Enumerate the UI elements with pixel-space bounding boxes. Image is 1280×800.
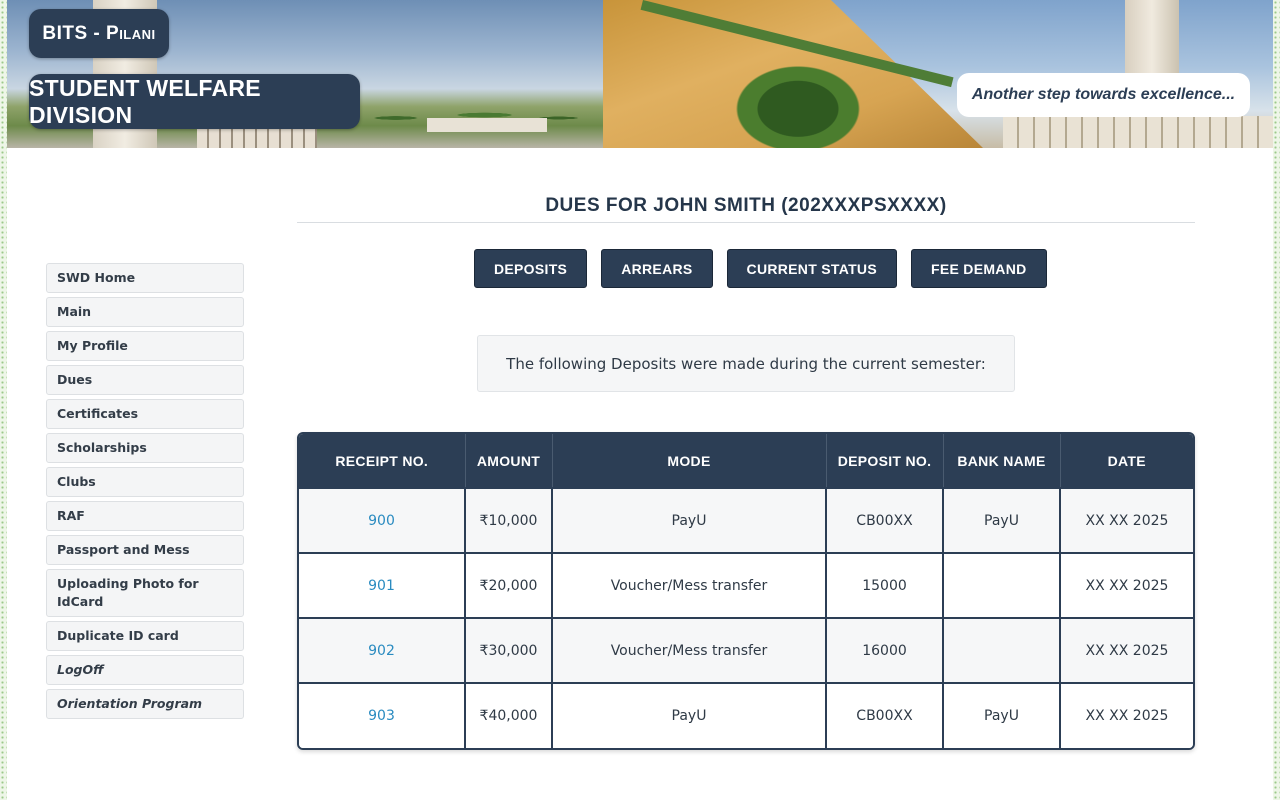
sidebar-item-scholarships[interactable]: Scholarships [46,433,244,463]
clock-tower-image [1125,0,1179,74]
dues-tabs: DEPOSITS ARREARS CURRENT STATUS FEE DEMA… [474,249,1047,288]
palm-tree-image [713,50,883,148]
bank-name-cell [943,552,1061,618]
amount-cell: ₹40,000 [465,682,553,748]
tab-current-status[interactable]: CURRENT STATUS [726,249,897,288]
page-title: DUES FOR JOHN SMITH (202XXXPSXXXX) [297,195,1195,223]
division-title: STUDENT WELFARE DIVISION [29,74,360,129]
sidebar-nav: SWD Home Main My Profile Dues Certificat… [46,263,244,723]
tab-arrears[interactable]: ARREARS [601,249,713,288]
mode-cell: PayU [552,682,827,748]
left-border-decoration [0,0,7,800]
date-cell: XX XX 2025 [1060,617,1193,683]
mode-cell: PayU [552,487,827,553]
receipt-link[interactable]: 900 [299,487,466,553]
deposits-table: RECEIPT NO. AMOUNT MODE DEPOSIT NO. BANK… [297,432,1195,750]
sidebar-item-my-profile[interactable]: My Profile [46,331,244,361]
column-header-receipt: RECEIPT NO. [299,434,466,488]
column-header-bank-name: BANK NAME [943,434,1061,488]
amount-cell: ₹30,000 [465,617,553,683]
sidebar-item-duplicate-id[interactable]: Duplicate ID card [46,621,244,651]
column-header-deposit-no: DEPOSIT NO. [826,434,944,488]
sidebar-item-logoff[interactable]: LogOff [46,655,244,685]
sidebar-item-dues[interactable]: Dues [46,365,244,395]
sidebar-item-certificates[interactable]: Certificates [46,399,244,429]
tagline: Another step towards excellence... [957,73,1250,117]
bank-name-cell: PayU [943,682,1061,748]
table-row: 901 ₹20,000 Voucher/Mess transfer 15000 … [299,552,1193,618]
column-header-amount: AMOUNT [465,434,553,488]
sidebar-item-orientation[interactable]: Orientation Program [46,689,244,719]
deposit-no-cell: CB00XX [826,682,944,748]
deposit-no-cell: 15000 [826,552,944,618]
sidebar-item-swd-home[interactable]: SWD Home [46,263,244,293]
tab-deposits[interactable]: DEPOSITS [474,249,588,288]
sidebar-item-raf[interactable]: RAF [46,501,244,531]
table-row: 903 ₹40,000 PayU CB00XX PayU XX XX 2025 [299,682,1193,748]
date-cell: XX XX 2025 [1060,682,1193,748]
building-image [427,118,547,132]
amount-cell: ₹20,000 [465,552,553,618]
receipt-link[interactable]: 902 [299,617,466,683]
table-header-row: RECEIPT NO. AMOUNT MODE DEPOSIT NO. BANK… [299,434,1193,488]
date-cell: XX XX 2025 [1060,487,1193,553]
receipt-link[interactable]: 901 [299,552,466,618]
campus-building-image [1003,116,1273,148]
mode-cell: Voucher/Mess transfer [552,617,827,683]
mode-cell: Voucher/Mess transfer [552,552,827,618]
column-header-mode: MODE [552,434,827,488]
right-border-decoration [1273,0,1280,800]
deposits-notice: The following Deposits were made during … [477,335,1015,392]
sidebar-item-upload-photo[interactable]: Uploading Photo for IdCard [46,569,244,617]
amount-cell: ₹10,000 [465,487,553,553]
table-row: 902 ₹30,000 Voucher/Mess transfer 16000 … [299,617,1193,683]
sidebar-item-main[interactable]: Main [46,297,244,327]
column-header-date: DATE [1060,434,1193,488]
bank-name-cell [943,617,1061,683]
bank-name-cell: PayU [943,487,1061,553]
receipt-link[interactable]: 903 [299,682,466,748]
brand-logo[interactable]: BITS - Pilani [29,9,169,58]
tab-fee-demand[interactable]: FEE DEMAND [910,249,1047,288]
deposit-no-cell: 16000 [826,617,944,683]
sidebar-item-passport-mess[interactable]: Passport and Mess [46,535,244,565]
sidebar-item-clubs[interactable]: Clubs [46,467,244,497]
date-cell: XX XX 2025 [1060,552,1193,618]
table-row: 900 ₹10,000 PayU CB00XX PayU XX XX 2025 [299,487,1193,553]
deposit-no-cell: CB00XX [826,487,944,553]
